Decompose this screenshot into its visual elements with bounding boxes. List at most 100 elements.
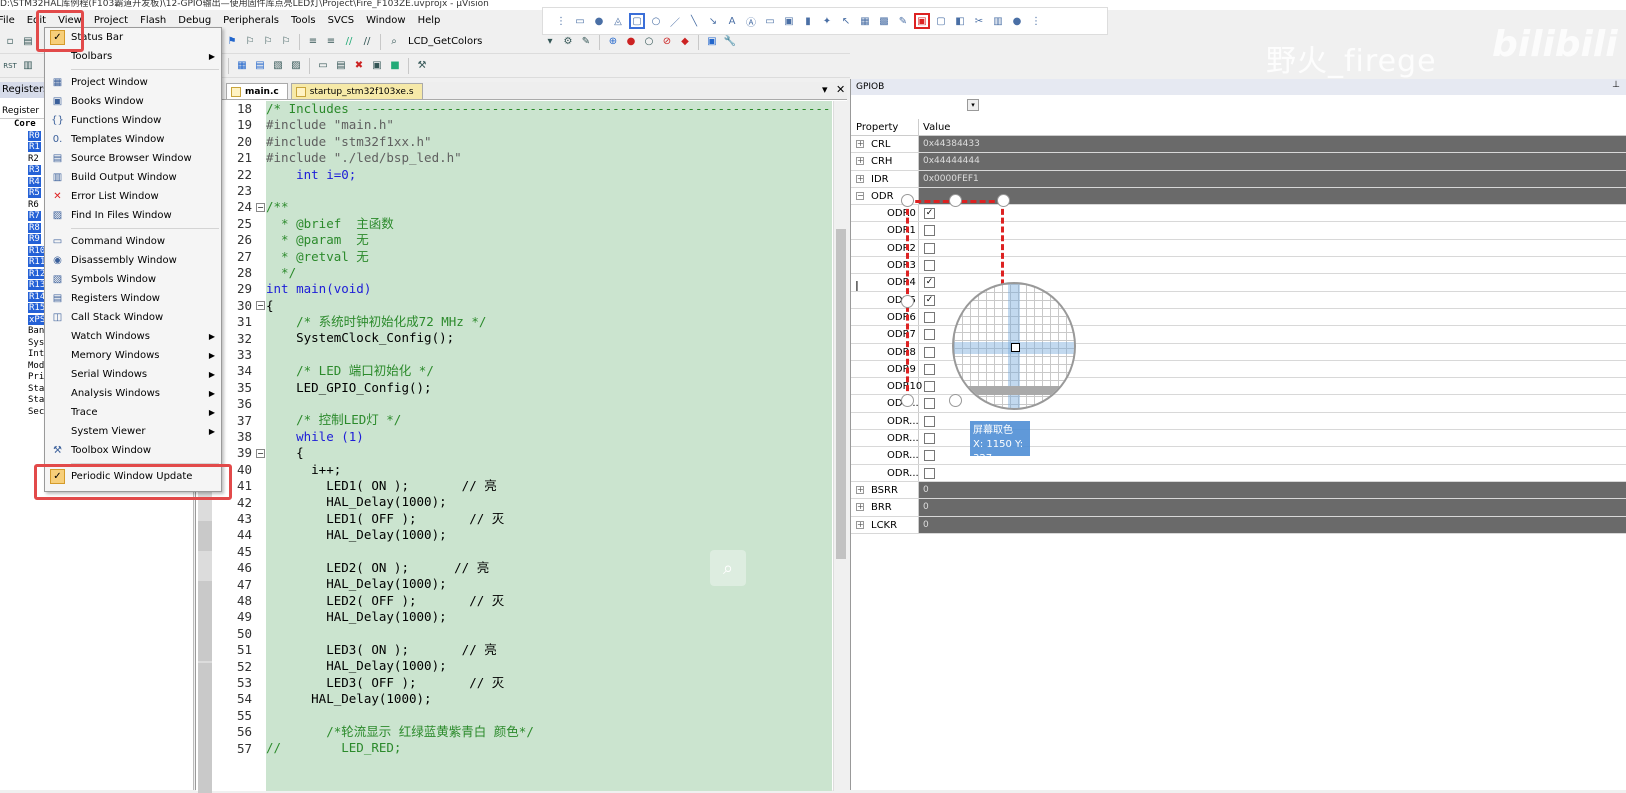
code-line[interactable]: i++; <box>266 462 832 478</box>
code-line[interactable]: int i=0; <box>266 167 832 183</box>
bit-checkbox[interactable] <box>924 415 935 427</box>
code-line[interactable]: #include "stm32f1xx.h" <box>266 134 832 150</box>
selection-handle[interactable] <box>901 194 914 207</box>
window-layout-icon[interactable]: ▣ <box>704 34 720 50</box>
gpio-row[interactable]: + BRR 0 <box>851 499 1626 517</box>
breakpoint-icon[interactable]: ● <box>623 34 639 50</box>
view-menu-item-templates-window[interactable]: 0. Templates Window <box>45 130 221 149</box>
view-menu-item-build-output-window[interactable]: ▥ Build Output Window <box>45 168 221 187</box>
selection-handle[interactable] <box>997 194 1010 207</box>
fold-toggle-icon[interactable]: − <box>256 301 265 311</box>
expand-icon[interactable]: + <box>856 174 864 183</box>
selection-handle[interactable] <box>949 394 962 407</box>
indent-icon[interactable]: ≡ <box>305 34 321 50</box>
pen-tool-icon[interactable]: ／ <box>667 13 683 29</box>
code-line[interactable]: LED1( OFF ); // 灭 <box>266 511 832 527</box>
code-line[interactable]: LED3( ON ); // 亮 <box>266 642 832 658</box>
code-line[interactable]: LED_GPIO_Config(); <box>266 380 832 396</box>
view-menu-item-symbols-window[interactable]: ▧ Symbols Window <box>45 270 221 289</box>
text-tool-icon[interactable]: A <box>724 13 740 29</box>
view-menu-item-find-in-files-window[interactable]: ▨ Find In Files Window <box>45 206 221 225</box>
select-region-icon[interactable]: ▢ <box>629 13 645 29</box>
settings-icon[interactable]: ✂ <box>971 13 987 29</box>
gpio-row[interactable]: ODR... <box>851 447 1626 465</box>
code-line[interactable]: #include "main.h" <box>266 117 832 133</box>
callout-tool-icon[interactable]: ▭ <box>762 13 778 29</box>
expand-icon[interactable]: + <box>856 140 864 148</box>
selection-handle[interactable] <box>901 295 914 308</box>
gpio-row[interactable]: + CRL 0x44384433 <box>851 136 1626 154</box>
editor-scrollbar[interactable] <box>833 101 847 791</box>
view-menu-item-toolbox-window[interactable]: ⚒ Toolbox Window <box>45 441 221 460</box>
gpio-row[interactable]: ODR... <box>851 464 1626 482</box>
view-menu-item-project-window[interactable]: ▦ Project Window <box>45 73 221 92</box>
code-line[interactable]: HAL_Delay(1000); <box>266 658 832 674</box>
tools-icon[interactable]: 🔧 <box>722 34 738 50</box>
view-menu-item-system-viewer[interactable]: System Viewer ▶ <box>45 422 221 441</box>
code-line[interactable] <box>266 544 832 560</box>
arrow-tool-icon[interactable]: ↘ <box>705 13 721 29</box>
menu-peripherals[interactable]: Peripherals <box>217 12 285 29</box>
code-line[interactable] <box>266 347 832 363</box>
find-in-files-icon[interactable]: ⌕ <box>386 34 402 50</box>
comment-icon[interactable]: // <box>341 34 357 50</box>
bit-checkbox[interactable] <box>924 450 935 462</box>
collapse-icon[interactable]: − <box>856 191 864 200</box>
expand-icon[interactable]: + <box>856 520 864 529</box>
gpio-row[interactable]: + IDR 0x0000FEF1 <box>851 170 1626 188</box>
gpio-row[interactable]: + LCKR 0 <box>851 516 1626 534</box>
menu-svcs[interactable]: SVCS <box>322 12 361 29</box>
textbox-tool-icon[interactable]: Ⓐ <box>743 13 759 29</box>
effects-icon[interactable]: ◧ <box>952 13 968 29</box>
blur-tool-icon[interactable]: ▦ <box>857 13 873 29</box>
code-area[interactable]: /* Includes ----------------------------… <box>266 101 832 791</box>
code-line[interactable]: LED3( OFF ); // 灭 <box>266 675 832 691</box>
code-line[interactable]: /* LED 端口初始化 */ <box>266 363 832 379</box>
command-window-icon[interactable]: ▦ <box>234 58 250 74</box>
toolbox-icon[interactable]: ⚒ <box>414 58 430 74</box>
drag-handle-icon[interactable]: ⋮ <box>553 13 569 29</box>
bookmark-icon[interactable]: ⚑ <box>224 34 240 50</box>
view-menu-item-disassembly-window[interactable]: ◉ Disassembly Window <box>45 251 221 270</box>
tab-list-icon[interactable]: ▾ <box>822 83 828 96</box>
run-icon[interactable]: ▥ <box>20 58 36 74</box>
scroll-thumb[interactable] <box>836 229 846 559</box>
selection-handle[interactable] <box>901 394 914 407</box>
fold-toggle-icon[interactable]: − <box>256 202 265 212</box>
disable-breakpoint-icon[interactable]: ○ <box>641 34 657 50</box>
code-line[interactable]: LED2( ON ); // 亮 <box>266 560 832 576</box>
code-line[interactable]: int main(void) <box>266 281 832 297</box>
analysis-icon[interactable]: ■ <box>387 58 403 74</box>
code-line[interactable] <box>266 626 832 642</box>
gpio-row[interactable]: ODR... <box>851 412 1626 431</box>
code-line[interactable]: HAL_Delay(1000); <box>266 609 832 625</box>
manage-icon[interactable]: ✎ <box>578 34 594 50</box>
circle-tool-icon[interactable]: ○ <box>648 13 664 29</box>
code-line[interactable]: { <box>266 298 832 314</box>
view-menu-item-source-browser-window[interactable]: ▤ Source Browser Window <box>45 149 221 168</box>
editor-tab[interactable]: main.c <box>226 83 288 99</box>
code-line[interactable]: LED2( OFF ); // 灭 <box>266 593 832 609</box>
disassembly-window-icon[interactable]: ▤ <box>252 58 268 74</box>
gpio-row[interactable]: + BSRR 0 <box>851 481 1626 500</box>
expand-icon[interactable]: + <box>856 485 864 494</box>
code-line[interactable]: LED1( ON ); // 亮 <box>266 478 832 494</box>
menu-help[interactable]: Help <box>412 12 447 29</box>
drag-handle-end-icon[interactable]: ⋮ <box>1028 13 1044 29</box>
polygon-tool-icon[interactable]: ◬ <box>610 13 626 29</box>
view-menu-item-functions-window[interactable]: {} Functions Window <box>45 111 221 130</box>
expand-icon[interactable]: + <box>856 157 864 166</box>
view-menu-item-registers-window[interactable]: ▤ Registers Window <box>45 289 221 308</box>
view-menu-item-trace[interactable]: Trace ▶ <box>45 403 221 422</box>
expand-icon[interactable]: + <box>856 503 864 512</box>
code-line[interactable]: HAL_Delay(1000); <box>266 576 832 592</box>
registers-window-icon[interactable]: ▨ <box>288 58 304 74</box>
close-tab-icon[interactable]: ✕ <box>836 83 845 96</box>
gpio-row[interactable]: + CRH 0x44444444 <box>851 153 1626 171</box>
view-menu-item-call-stack-window[interactable]: ◫ Call Stack Window <box>45 308 221 327</box>
code-line[interactable]: * @param 无 <box>266 232 832 248</box>
menu-file[interactable]: File <box>0 12 21 29</box>
prev-bookmark-icon[interactable]: ⚐ <box>242 34 258 50</box>
zoom-search-icon[interactable]: ⌕ <box>710 550 746 586</box>
stamp-menu-icon[interactable]: ▥ <box>990 13 1006 29</box>
